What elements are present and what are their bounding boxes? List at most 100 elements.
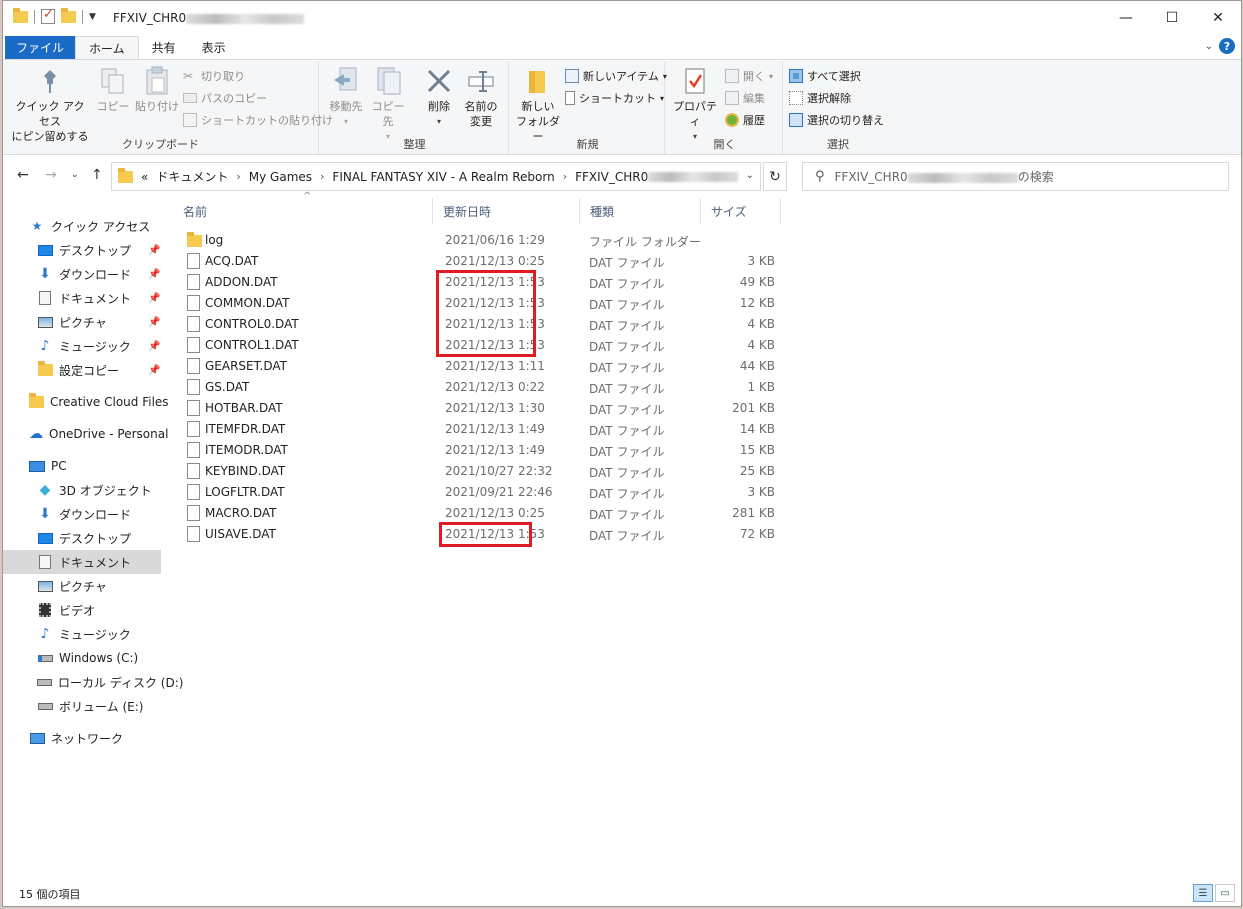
file-row[interactable]: HOTBAR.DAT 2021/12/13 1:30 DAT ファイル 201 KB — [173, 398, 783, 419]
breadcrumb-item[interactable]: FFXIV_CHR0 — [575, 170, 739, 184]
open-button[interactable]: 開く ▾ — [725, 66, 773, 86]
tab-view[interactable]: 表示 — [189, 36, 239, 59]
nav-pc-3d-objects[interactable]: ◆ 3D オブジェクト — [3, 478, 161, 502]
nav-pc-desktop[interactable]: デスクトップ — [3, 526, 161, 550]
select-none-button[interactable]: 選択解除 — [789, 88, 851, 108]
move-to-button[interactable]: 移動先 ▾ — [325, 66, 367, 129]
file-size: 44 KB — [739, 359, 775, 373]
address-bar[interactable]: « ドキュメント › My Games › FINAL FANTASY XIV … — [111, 162, 761, 191]
nav-quick-desktop[interactable]: デスクトップ 📌 — [3, 238, 161, 262]
nav-pc[interactable]: PC — [3, 454, 161, 478]
invert-selection-button[interactable]: 選択の切り替え — [789, 110, 884, 130]
chevron-right-icon[interactable]: › — [563, 170, 567, 183]
copy-to-button[interactable]: コピー先 ▾ — [367, 66, 409, 144]
file-name: MACRO.DAT — [205, 506, 277, 520]
paste-button[interactable]: 貼り付け — [135, 66, 179, 114]
paste-shortcut-icon — [183, 113, 197, 127]
nav-pc-drive-c[interactable]: Windows (C:) — [3, 646, 161, 670]
desktop-icon — [37, 243, 53, 257]
select-all-button[interactable]: すべて選択 — [789, 66, 861, 86]
tab-share[interactable]: 共有 — [139, 36, 189, 59]
file-size: 12 KB — [739, 296, 775, 310]
recent-locations-icon[interactable]: ⌄ — [71, 170, 79, 180]
nav-label: ボリューム (E:) — [59, 699, 144, 714]
edit-button[interactable]: 編集 — [725, 88, 765, 108]
column-header-date[interactable]: 更新日時 — [433, 198, 580, 224]
nav-quick-settings-copy[interactable]: 設定コピー 📌 — [3, 358, 161, 382]
copy-icon — [97, 66, 129, 96]
cut-button[interactable]: ✂ 切り取り — [183, 66, 245, 86]
nav-pc-drive-d[interactable]: ローカル ディスク (D:) — [3, 670, 183, 694]
delete-button[interactable]: 削除 ▾ — [421, 66, 457, 129]
file-row[interactable]: LOGFLTR.DAT 2021/09/21 22:46 DAT ファイル 3 KB — [173, 482, 783, 503]
customize-toolbar-icon[interactable]: ▼ — [89, 12, 96, 22]
forward-arrow-icon[interactable]: → — [45, 167, 57, 183]
breadcrumb-item[interactable]: FINAL FANTASY XIV - A Realm Reborn — [332, 170, 554, 184]
group-organize: 移動先 ▾ コピー先 ▾ 削除 ▾ 名前の 変更 整理 — [321, 62, 509, 154]
file-row[interactable]: ITEMODR.DAT 2021/12/13 1:49 DAT ファイル 15 KB — [173, 440, 783, 461]
file-row[interactable]: KEYBIND.DAT 2021/10/27 22:32 DAT ファイル 25 KB — [173, 461, 783, 482]
chevron-right-icon[interactable]: › — [320, 170, 324, 183]
address-dropdown-icon[interactable]: ⌄ — [746, 170, 754, 181]
file-row[interactable]: ITEMFDR.DAT 2021/12/13 1:49 DAT ファイル 14 KB — [173, 419, 783, 440]
highlight-box — [436, 270, 536, 357]
copy-path-button[interactable]: パスのコピー — [183, 88, 267, 108]
column-header-label: 種類 — [590, 204, 615, 219]
copy-button[interactable]: コピー — [95, 66, 131, 114]
minimize-button[interactable]: — — [1103, 1, 1149, 35]
new-item-icon — [565, 69, 579, 83]
column-header-type[interactable]: 種類 — [580, 198, 701, 224]
file-row[interactable]: ACQ.DAT 2021/12/13 0:25 DAT ファイル 3 KB — [173, 251, 783, 272]
close-button[interactable]: ✕ — [1195, 1, 1241, 35]
nav-quick-music[interactable]: ♪ ミュージック 📌 — [3, 334, 161, 358]
nav-quick-pictures[interactable]: ピクチャ 📌 — [3, 310, 161, 334]
nav-network[interactable]: ネットワーク — [3, 726, 161, 750]
help-icon[interactable]: ? — [1219, 38, 1235, 54]
pin-quick-access-button[interactable]: クイック アクセス にピン留めする — [11, 66, 89, 144]
breadcrumb-item[interactable]: ドキュメント — [156, 168, 228, 185]
nav-pc-music[interactable]: ♪ ミュージック — [3, 622, 161, 646]
details-view-icon[interactable]: ☰ — [1193, 884, 1213, 902]
paste-icon — [141, 66, 173, 96]
nav-pc-downloads[interactable]: ⬇ ダウンロード — [3, 502, 161, 526]
history-button[interactable]: 履歴 — [725, 110, 765, 130]
file-row[interactable]: MACRO.DAT 2021/12/13 0:25 DAT ファイル 281 KB — [173, 503, 783, 524]
properties-icon[interactable] — [41, 7, 55, 24]
maximize-button[interactable]: ☐ — [1149, 1, 1195, 35]
nav-pc-documents[interactable]: ドキュメント — [3, 550, 161, 574]
easy-access-button[interactable]: ショートカット ▾ — [565, 88, 664, 108]
tab-home[interactable]: ホーム — [75, 36, 139, 59]
folder-row[interactable]: log 2021/06/16 1:29 ファイル フォルダー — [173, 230, 783, 251]
file-row[interactable]: GS.DAT 2021/12/13 0:22 DAT ファイル 1 KB — [173, 377, 783, 398]
large-icons-view-icon[interactable]: ▭ — [1215, 884, 1235, 902]
new-folder-button[interactable]: 新しい フォルダー — [515, 66, 561, 144]
item-count: 15 個の項目 — [19, 888, 81, 901]
file-row[interactable]: GEARSET.DAT 2021/12/13 1:11 DAT ファイル 44 KB — [173, 356, 783, 377]
nav-quick-downloads[interactable]: ⬇ ダウンロード 📌 — [3, 262, 161, 286]
chevron-right-icon[interactable]: › — [236, 170, 240, 183]
column-header-name[interactable]: ^ 名前 — [173, 191, 433, 224]
nav-creative-cloud[interactable]: Creative Cloud Files — [3, 390, 169, 414]
search-input[interactable]: ⚲ FFXIV_CHR0 の検索 — [802, 162, 1229, 191]
refresh-button[interactable]: ↻ — [763, 162, 787, 191]
nav-pc-drive-e[interactable]: ボリューム (E:) — [3, 694, 161, 718]
nav-quick-documents[interactable]: ドキュメント 📌 — [3, 286, 161, 310]
nav-onedrive[interactable]: ☁ OneDrive - Personal — [3, 422, 168, 446]
up-arrow-icon[interactable]: ↑ — [91, 167, 103, 183]
file-date: 2021/12/13 1:49 — [445, 443, 545, 457]
rename-button[interactable]: 名前の 変更 — [461, 66, 501, 129]
back-arrow-icon[interactable]: ← — [17, 167, 29, 183]
new-item-button[interactable]: 新しいアイテム ▾ — [565, 66, 667, 86]
nav-quick-access[interactable]: ★ クイック アクセス — [3, 214, 161, 238]
properties-button[interactable]: プロパティ ▾ — [671, 66, 719, 144]
file-type: ファイル フォルダー — [589, 235, 701, 249]
tab-file[interactable]: ファイル — [5, 36, 76, 59]
breadcrumb-overflow[interactable]: « — [141, 170, 148, 184]
paste-shortcut-button[interactable]: ショートカットの貼り付け — [183, 110, 333, 130]
breadcrumb-item[interactable]: My Games — [249, 170, 312, 184]
nav-pc-pictures[interactable]: ピクチャ — [3, 574, 161, 598]
nav-pc-videos[interactable]: ビデオ — [3, 598, 161, 622]
column-header-size[interactable]: サイズ — [701, 198, 781, 224]
collapse-ribbon-icon[interactable]: ⌄ — [1205, 41, 1213, 52]
new-folder-icon[interactable] — [61, 7, 76, 23]
